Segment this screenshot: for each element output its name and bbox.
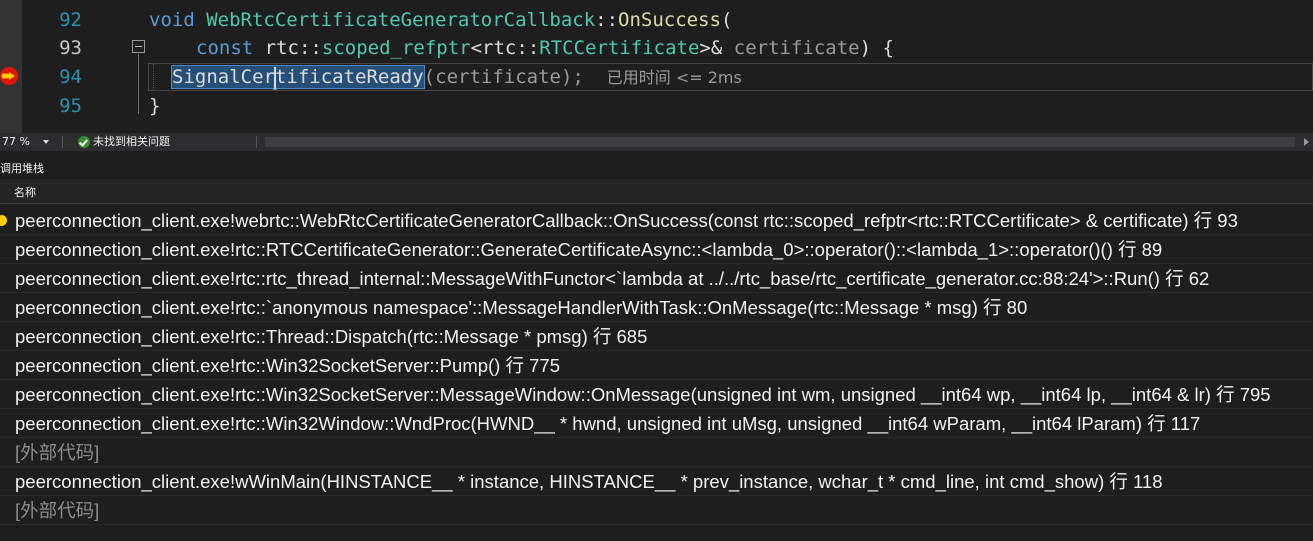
code-line-93[interactable]: SignalCertificateReady(certificate); 已用时… [171, 63, 742, 92]
indent-guide [153, 64, 155, 90]
frame-text: peerconnection_client.exe!rtc::Win32Sock… [15, 384, 1271, 405]
argument: certificate [435, 66, 561, 88]
frame-text: peerconnection_client.exe!rtc::rtc_threa… [15, 268, 1210, 289]
current-frame-arrow-icon [0, 215, 7, 226]
call-stack-list: peerconnection_client.exe!webrtc::WebRtc… [0, 206, 1313, 525]
code-editor[interactable]: 91 92 93 94 95 void WebRtcCertificateGen… [0, 0, 1313, 133]
breakpoint-margin[interactable] [0, 0, 22, 133]
column-header-name[interactable]: 名称 [14, 184, 36, 200]
code-line-94[interactable]: } [149, 92, 160, 121]
punctuation: ) { [859, 37, 894, 59]
fold-guide [138, 54, 139, 114]
frame-text: peerconnection_client.exe!rtc::RTCCertif… [15, 239, 1163, 260]
column-header-row: 名称 [0, 179, 1313, 204]
perf-tip[interactable]: 已用时间 <= 2ms [607, 68, 742, 87]
call-stack-frame[interactable]: peerconnection_client.exe!rtc::`anonymou… [0, 293, 1313, 322]
scroll-right-icon[interactable] [1304, 138, 1309, 146]
selection-part: tificateReady [274, 66, 424, 88]
namespace: rtc [482, 37, 517, 59]
call-stack-frame[interactable]: peerconnection_client.exe!rtc::RTCCertif… [0, 235, 1313, 264]
call-stack-panel: 调用堆栈 名称 peerconnection_client.exe!webrtc… [0, 151, 1313, 541]
check-circle-icon [78, 136, 90, 148]
line-number: 92 [59, 9, 82, 31]
chevron-down-icon[interactable] [43, 140, 49, 144]
keyword: const [196, 37, 254, 59]
issues-status[interactable]: 未找到相关问题 [93, 133, 170, 151]
scope-operator: :: [516, 37, 540, 59]
zoom-level[interactable]: 77 % [2, 133, 30, 151]
editor-status-bar: 77 % 未找到相关问题 [0, 133, 1313, 151]
frame-text: [外部代码] [15, 442, 100, 463]
line-number-current: 93 [59, 37, 82, 59]
frame-text: peerconnection_client.exe!wWinMain(HINST… [15, 471, 1163, 492]
call-stack-frame[interactable]: peerconnection_client.exe!rtc::rtc_threa… [0, 264, 1313, 293]
parameter: certificate [733, 37, 860, 59]
call-stack-frame[interactable]: peerconnection_client.exe!rtc::Win32Sock… [0, 380, 1313, 409]
code-line-92[interactable]: const rtc::scoped_refptr<rtc::RTCCertifi… [196, 34, 894, 63]
horizontal-scrollbar[interactable] [265, 137, 1295, 147]
call-stack-frame[interactable]: peerconnection_client.exe!wWinMain(HINST… [0, 467, 1313, 496]
frame-text: peerconnection_client.exe!rtc::Thread::D… [15, 326, 648, 347]
code-line-91[interactable]: void WebRtcCertificateGeneratorCallback:… [149, 6, 732, 35]
selection-part: SignalCer [172, 66, 275, 88]
namespace: rtc [264, 37, 299, 59]
punctuation: < [470, 37, 483, 59]
type-name: scoped_refptr [321, 37, 471, 59]
type-name: RTCCertificate [539, 37, 700, 59]
function-name: OnSuccess [618, 9, 721, 31]
frame-text: peerconnection_client.exe!rtc::Win32Sock… [15, 355, 560, 376]
punctuation: ( [721, 9, 733, 31]
line-number-gutter: 91 92 93 94 95 [22, 0, 122, 133]
call-stack-frame[interactable]: peerconnection_client.exe!rtc::Thread::D… [0, 322, 1313, 351]
punctuation: ( [423, 66, 436, 88]
call-stack-frame[interactable]: peerconnection_client.exe!rtc::Win32Wind… [0, 409, 1313, 438]
divider [62, 136, 63, 148]
line-number: 94 [59, 66, 82, 88]
frame-text: peerconnection_client.exe!webrtc::WebRtc… [15, 210, 1238, 231]
call-stack-frame-external[interactable]: [外部代码] [0, 496, 1313, 525]
panel-title: 调用堆栈 [0, 162, 44, 175]
class-name: WebRtcCertificateGeneratorCallback [206, 9, 596, 31]
frame-text: peerconnection_client.exe!rtc::`anonymou… [15, 297, 1028, 318]
scope-operator: :: [298, 37, 322, 59]
line-number: 95 [59, 95, 82, 117]
call-stack-frame-current[interactable]: peerconnection_client.exe!webrtc::WebRtc… [0, 206, 1313, 235]
selected-text[interactable]: SignalCertificateReady [171, 65, 425, 89]
call-stack-frame[interactable]: peerconnection_client.exe!rtc::Win32Sock… [0, 351, 1313, 380]
keyword: void [149, 9, 195, 31]
punctuation: ); [560, 66, 584, 88]
scope-operator: :: [595, 9, 619, 31]
call-stack-frame-external[interactable]: [外部代码] [0, 438, 1313, 467]
punctuation: >& [699, 37, 734, 59]
frame-text: peerconnection_client.exe!rtc::Win32Wind… [15, 413, 1201, 434]
frame-text: [外部代码] [15, 500, 100, 521]
divider [256, 136, 257, 148]
collapse-toggle-icon[interactable] [132, 40, 145, 53]
